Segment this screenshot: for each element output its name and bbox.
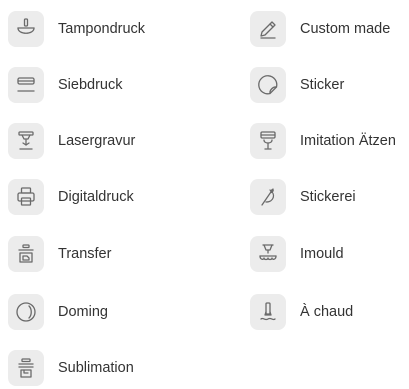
technique-label: Stickerei [300,189,356,205]
technique-label: Siebdruck [58,77,123,93]
technique-item-stickerei[interactable]: Stickerei [250,176,356,218]
technique-label: Transfer [58,246,112,262]
technique-label: Doming [58,304,108,320]
technique-label: Tampondruck [58,21,146,37]
technique-item-doming[interactable]: Doming [8,291,108,333]
doming-icon [8,294,44,330]
technique-item-custom-made[interactable]: Custom made [250,8,390,50]
laser-engraving-icon [8,123,44,159]
sticker-icon [250,67,286,103]
technique-item-transfer[interactable]: Transfer [8,233,111,275]
pencil-icon [250,11,286,47]
technique-label: Custom made [300,21,391,37]
embroidery-needle-icon [250,179,286,215]
sublimation-icon [8,350,44,386]
technique-label: Sublimation [58,360,134,376]
technique-item-a-chaud[interactable]: À chaud [250,291,353,333]
technique-label: Imould [300,246,344,262]
technique-item-sticker[interactable]: Sticker [250,64,344,106]
screen-print-icon [8,67,44,103]
technique-label: À chaud [300,304,354,320]
imould-icon [250,236,286,272]
technique-item-lasergravur[interactable]: Lasergravur [8,120,135,162]
tampon-print-icon [8,11,44,47]
technique-item-digitaldruck[interactable]: Digitaldruck [8,176,134,218]
technique-label: Sticker [300,77,345,93]
technique-item-imitation-aetzen[interactable]: Imitation Ätzen [250,120,396,162]
technique-label: Lasergravur [58,133,136,149]
technique-item-sublimation[interactable]: Sublimation [8,347,134,389]
technique-label: Digitaldruck [58,189,134,205]
digital-print-icon [8,179,44,215]
technique-item-imould[interactable]: Imould [250,233,344,275]
hot-stamping-icon [250,294,286,330]
technique-label: Imitation Ätzen [300,133,396,149]
technique-item-tampondruck[interactable]: Tampondruck [8,8,145,50]
technique-item-siebdruck[interactable]: Siebdruck [8,64,122,106]
etching-icon [250,123,286,159]
transfer-icon [8,236,44,272]
